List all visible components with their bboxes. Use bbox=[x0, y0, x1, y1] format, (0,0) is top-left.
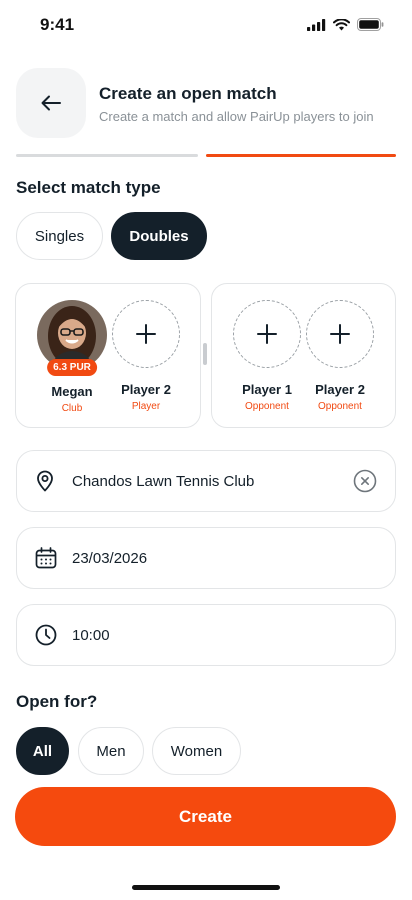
progress-step-2 bbox=[206, 154, 396, 157]
player-slot-team2-player1[interactable]: Player 1 Opponent bbox=[231, 300, 303, 412]
close-circle-icon bbox=[353, 469, 377, 493]
team-card-2: Player 1 Opponent Player 2 Opponent bbox=[211, 283, 396, 428]
open-for-all[interactable]: All bbox=[16, 727, 69, 775]
open-for-women[interactable]: Women bbox=[152, 727, 241, 775]
create-button[interactable]: Create bbox=[15, 787, 396, 846]
player-role: Opponent bbox=[245, 401, 289, 412]
plus-icon bbox=[330, 324, 350, 344]
open-for-men[interactable]: Men bbox=[78, 727, 144, 775]
clear-location-button[interactable] bbox=[353, 469, 377, 493]
player-name: Player 2 bbox=[121, 382, 171, 397]
back-button[interactable] bbox=[16, 68, 86, 138]
match-type-singles[interactable]: Singles bbox=[16, 212, 103, 260]
player-role: Club bbox=[61, 403, 83, 414]
status-time: 9:41 bbox=[40, 15, 75, 34]
arrow-left-icon bbox=[41, 95, 61, 111]
location-field[interactable]: Chandos Lawn Tennis Club bbox=[16, 450, 396, 512]
time-value: 10:00 bbox=[72, 626, 110, 644]
match-type-title: Select match type bbox=[16, 178, 161, 197]
match-type-doubles[interactable]: Doubles bbox=[111, 212, 207, 260]
player-role: Player bbox=[131, 401, 161, 412]
status-bar: 9:41 bbox=[0, 0, 412, 50]
add-player-button[interactable] bbox=[112, 300, 180, 368]
player-name: Megan bbox=[51, 384, 93, 399]
player-name: Player 2 bbox=[315, 382, 365, 397]
location-pin-icon bbox=[35, 470, 55, 492]
page-subtitle: Create a match and allow PairUp players … bbox=[99, 109, 374, 124]
time-field[interactable]: 10:00 bbox=[16, 604, 396, 666]
date-value: 23/03/2026 bbox=[72, 549, 148, 567]
signal-icon bbox=[307, 18, 326, 31]
page-title: Create an open match bbox=[99, 84, 277, 103]
player-slot-team2-player2[interactable]: Player 2 Opponent bbox=[304, 300, 376, 412]
player-slot-megan[interactable]: 6.3 PUR Megan Club bbox=[36, 300, 108, 414]
battery-icon bbox=[357, 18, 384, 31]
home-indicator bbox=[132, 885, 280, 890]
step-progress bbox=[16, 154, 396, 157]
wifi-icon bbox=[333, 18, 350, 30]
player-name: Player 1 bbox=[242, 382, 292, 397]
calendar-icon bbox=[35, 547, 57, 569]
plus-icon bbox=[136, 324, 156, 344]
rating-badge: 6.3 PUR bbox=[47, 359, 97, 376]
add-opponent-button[interactable] bbox=[306, 300, 374, 368]
player-slot-team1-player2[interactable]: Player 2 Player bbox=[110, 300, 182, 412]
open-for-title: Open for? bbox=[16, 692, 98, 711]
clock-icon bbox=[35, 624, 57, 646]
progress-step-1 bbox=[16, 154, 198, 157]
team-divider-handle bbox=[203, 343, 207, 365]
avatar-wrap: 6.3 PUR bbox=[37, 300, 107, 376]
add-opponent-button[interactable] bbox=[233, 300, 301, 368]
player-role: Opponent bbox=[318, 401, 362, 412]
location-value: Chandos Lawn Tennis Club bbox=[72, 472, 255, 490]
team-card-1: 6.3 PUR Megan Club Player 2 Player bbox=[15, 283, 201, 428]
plus-icon bbox=[257, 324, 277, 344]
date-field[interactable]: 23/03/2026 bbox=[16, 527, 396, 589]
status-icons bbox=[307, 18, 384, 31]
